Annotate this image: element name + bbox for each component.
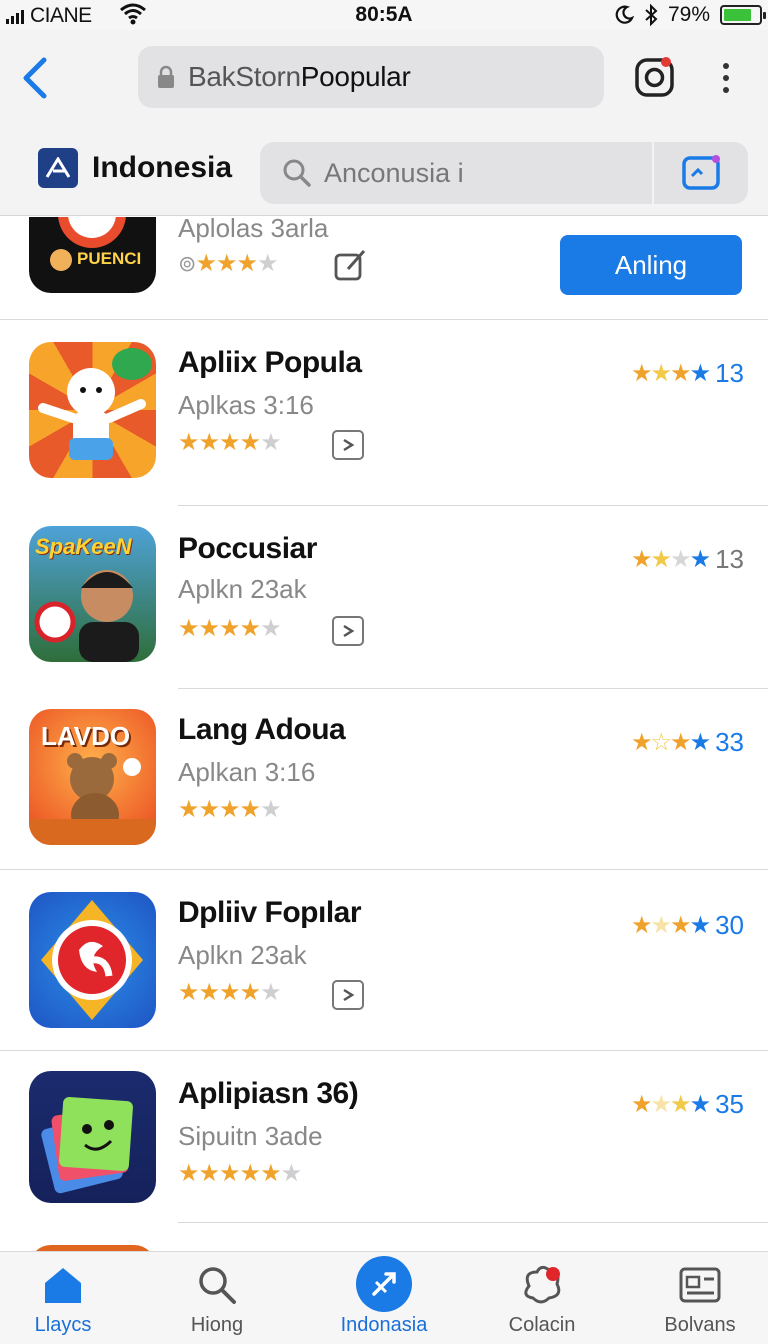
app-subtitle: Aplolas 3arla <box>178 217 329 243</box>
list-item[interactable]: Aplipiasn 36) Sipuitn 3ade ★★★★★★ ★★★★ 3… <box>0 1051 768 1223</box>
rating-summary: ★★★★ 30 <box>631 910 744 941</box>
rating-summary-stars: ★★★★ <box>631 360 711 387</box>
rating-summary-stars: ★★★★ <box>631 1091 711 1118</box>
app-subtitle: Aplkas 3:16 <box>178 390 314 420</box>
app-subtitle: Aplkn 23ak <box>178 574 307 604</box>
tab-bar: Llaycs Hiong Indonasia Colacin Bolvans <box>0 1251 768 1344</box>
list-item[interactable] <box>0 1223 768 1251</box>
rating-summary: ★☆★★ 33 <box>631 727 744 758</box>
moon-icon <box>615 5 634 24</box>
rating-count: 35 <box>715 1089 744 1119</box>
region-selector[interactable]: Indonesia <box>38 148 232 188</box>
app-title: Dpliiv Fopılar <box>178 896 362 929</box>
list-item[interactable]: LAVDO Lang Adoua Aplkan 3:16 ★★★★★ ★☆★★ … <box>0 689 768 870</box>
rocket-icon <box>356 1256 412 1312</box>
share-icon[interactable] <box>332 980 364 1010</box>
lock-icon <box>158 65 174 88</box>
search-placeholder: Anconusia i <box>324 157 464 188</box>
region-name: Indonesia <box>92 151 233 184</box>
app-icon <box>29 1071 156 1203</box>
app-title: Lang Adoua <box>178 713 346 746</box>
get-button[interactable]: Anling <box>560 235 742 295</box>
app-title: Apliix Popula <box>178 346 362 379</box>
battery-icon <box>720 5 766 25</box>
more-options-icon[interactable] <box>714 60 738 96</box>
rating-summary: ★★★★ 13 <box>631 544 744 575</box>
rating-summary-stars: ★☆★★ <box>631 729 711 756</box>
edit-icon[interactable] <box>334 247 368 281</box>
status-bar: CIANE 80:5A 79% <box>0 0 768 30</box>
tab-bolvans[interactable]: Bolvans <box>625 1252 768 1344</box>
app-title: Poccusiar <box>178 532 317 565</box>
share-icon[interactable] <box>332 616 364 646</box>
app-subtitle: Sipuitn 3ade <box>178 1121 323 1151</box>
rating-count: 13 <box>715 358 744 388</box>
tab-label: Indonasia <box>340 1314 428 1336</box>
app-icon <box>29 342 156 478</box>
rating-summary-stars: ★★★★ <box>631 912 711 939</box>
tab-label: Colacin <box>508 1314 576 1336</box>
address-bar[interactable]: BakStornPoopular <box>138 46 604 108</box>
app-icon-label: LAVDO <box>41 721 131 751</box>
rating-stars: ★★★★★ <box>178 979 282 1006</box>
rating-count: 33 <box>715 727 744 757</box>
rating-stars: ★★★★★★ <box>178 1160 302 1187</box>
tab-label: Llaycs <box>34 1314 92 1336</box>
app-icon <box>29 892 156 1028</box>
app-subtitle: Aplkn 23ak <box>178 940 307 970</box>
tab-hiong[interactable]: Hiong <box>142 1252 292 1344</box>
search-icon <box>283 159 311 187</box>
search-icon <box>194 1262 240 1308</box>
app-icon-label: PUENCI <box>77 249 142 268</box>
collection-icon <box>519 1262 565 1308</box>
rating-count: 13 <box>715 544 744 574</box>
rating-stars: ★★★★★ <box>178 615 282 642</box>
app-title: Aplipiasn 36) <box>178 1077 359 1110</box>
store-logo-icon <box>38 148 78 188</box>
image-search-icon[interactable] <box>682 154 722 192</box>
tab-label: Hiong <box>190 1314 244 1336</box>
app-icon: SpaKeeN <box>29 526 156 662</box>
share-icon[interactable] <box>332 430 364 460</box>
app-list: PUENCI Aplolas 3arla ⊚★★★★ Anling Apliix… <box>0 217 768 1251</box>
tab-colacin[interactable]: Colacin <box>467 1252 617 1344</box>
tab-indonasia[interactable]: Indonasia <box>309 1252 459 1344</box>
home-icon <box>40 1262 86 1308</box>
rating-stars: ★★★★★ <box>178 429 282 456</box>
app-subtitle: Aplkan 3:16 <box>178 757 316 787</box>
list-item[interactable]: PUENCI Aplolas 3arla ⊚★★★★ Anling <box>0 217 768 320</box>
rating-summary: ★★★★ 13 <box>631 358 744 389</box>
header: BakStornPoopular Indonesia Anconusia i <box>0 30 768 216</box>
rating-count: 30 <box>715 910 744 940</box>
profile-icon <box>677 1262 723 1308</box>
url-prefix: BakStorn <box>188 61 301 92</box>
rating-stars: ⊚★★★★ <box>178 250 278 277</box>
search-input[interactable]: Anconusia i <box>260 142 748 204</box>
bluetooth-icon <box>645 4 658 26</box>
rating-stars: ★★★★★ <box>178 796 282 823</box>
app-icon: PUENCI <box>29 217 156 293</box>
list-item[interactable]: Apliix Popula Aplkas 3:16 ★★★★★ ★★★★ 13 <box>0 320 768 506</box>
list-item[interactable]: Dpliiv Fopılar Aplkn 23ak ★★★★★ ★★★★ 30 <box>0 870 768 1051</box>
rating-summary-stars: ★★★★ <box>631 546 711 573</box>
app-icon-label: SpaKeeN <box>35 534 132 559</box>
url-text: BakStornPoopular <box>188 61 411 93</box>
info-icon: ⊚ <box>178 251 196 276</box>
url-title: Poopular <box>300 61 411 92</box>
tab-label: Bolvans <box>664 1314 736 1336</box>
tab-llaycs[interactable]: Llaycs <box>0 1252 138 1344</box>
search-divider <box>652 142 654 204</box>
list-item[interactable]: SpaKeeN Poccusiar Aplkn 23ak ★★★★★ ★★★★ … <box>0 506 768 689</box>
app-icon: LAVDO <box>29 709 156 845</box>
back-arrow-icon[interactable] <box>18 56 52 100</box>
instagram-icon[interactable] <box>634 56 676 98</box>
rating-summary: ★★★★ 35 <box>631 1089 744 1120</box>
battery-percent: 79% <box>667 3 710 26</box>
